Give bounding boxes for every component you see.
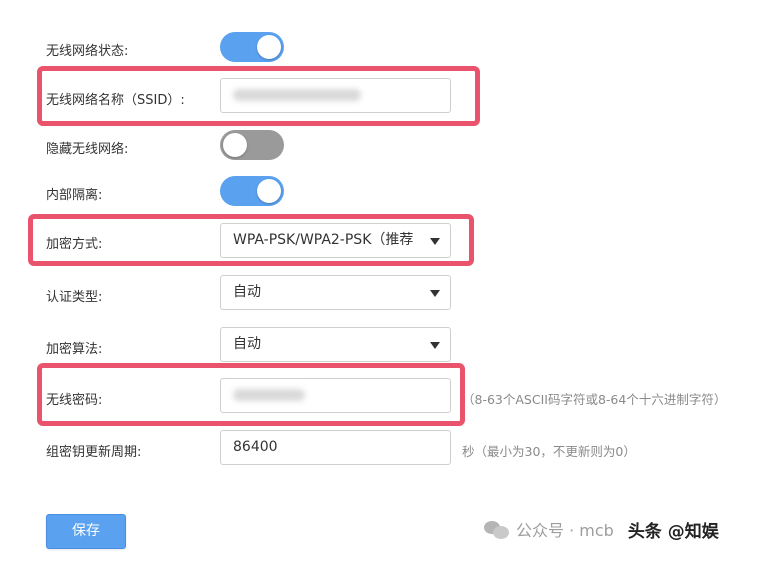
algorithm-label: 加密算法: — [46, 342, 103, 357]
chevron-down-icon — [430, 238, 440, 245]
watermark-text: 公众号 · mcb — [516, 521, 614, 540]
auth-type-label: 认证类型: — [46, 290, 103, 305]
isolation-label: 内部隔离: — [46, 188, 103, 203]
password-hint: （8-63个ASCII码字符或8-64个十六进制字符） — [462, 392, 727, 407]
toggle-knob — [223, 133, 247, 157]
watermark-brand: 头条 @知娱 — [627, 521, 719, 542]
isolation-toggle[interactable] — [220, 176, 284, 206]
encryption-value: WPA-PSK/WPA2-PSK（推荐 — [233, 232, 414, 248]
group-key-hint: 秒（最小为30，不更新则为0） — [462, 444, 636, 459]
wechat-icon — [484, 519, 510, 539]
password-input[interactable] — [220, 378, 451, 413]
chevron-down-icon — [430, 342, 440, 349]
group-key-label: 组密钥更新周期: — [46, 445, 142, 460]
ssid-input[interactable] — [220, 78, 451, 113]
hide-network-label: 隐藏无线网络: — [46, 142, 129, 157]
ssid-label: 无线网络名称（SSID）: — [46, 93, 185, 108]
auth-type-select[interactable]: 自动 — [220, 275, 451, 310]
algorithm-value: 自动 — [233, 336, 261, 352]
password-value-blurred — [233, 389, 305, 401]
password-label: 无线密码: — [46, 393, 103, 408]
wireless-status-toggle[interactable] — [220, 32, 284, 62]
algorithm-select[interactable]: 自动 — [220, 327, 451, 362]
save-button[interactable]: 保存 — [46, 514, 126, 549]
toggle-knob — [257, 179, 281, 203]
encryption-select[interactable]: WPA-PSK/WPA2-PSK（推荐 — [220, 223, 451, 258]
encryption-label: 加密方式: — [46, 237, 103, 252]
hide-network-toggle[interactable] — [220, 130, 284, 160]
ssid-value-blurred — [233, 89, 361, 101]
wireless-status-label: 无线网络状态: — [46, 44, 129, 59]
toggle-knob — [257, 35, 281, 59]
chevron-down-icon — [430, 290, 440, 297]
auth-type-value: 自动 — [233, 284, 261, 300]
watermark: 公众号 · mcb 头条 @知娱 — [484, 514, 719, 544]
group-key-input[interactable]: 86400 — [220, 430, 451, 465]
